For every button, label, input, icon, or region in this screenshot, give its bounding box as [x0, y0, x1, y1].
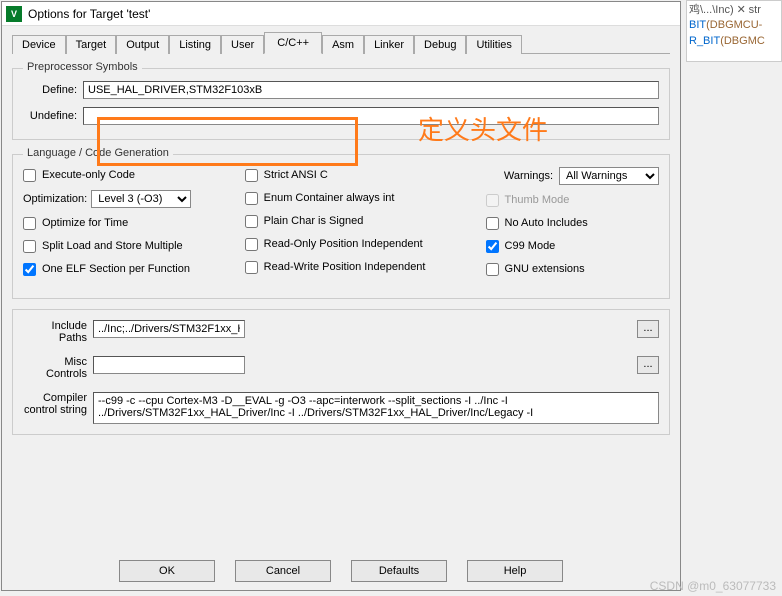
- tab-asm[interactable]: Asm: [322, 35, 364, 54]
- gnu-check[interactable]: [486, 263, 499, 276]
- background-editor-fragment: 鸡\...\Inc) ✕ str BIT(DBGMCU- R_BIT(DBGMC: [686, 0, 782, 62]
- tab-output[interactable]: Output: [116, 35, 169, 54]
- enum-cont-label: Enum Container always int: [264, 192, 395, 204]
- strict-ansi-check[interactable]: [245, 169, 258, 182]
- plain-char-label: Plain Char is Signed: [264, 215, 364, 227]
- c99-label: C99 Mode: [505, 240, 556, 252]
- app-icon: V: [6, 6, 22, 22]
- undefine-input[interactable]: [83, 107, 659, 125]
- enum-cont-check[interactable]: [245, 192, 258, 205]
- define-label: Define:: [23, 84, 83, 96]
- tab-user[interactable]: User: [221, 35, 264, 54]
- preprocessor-group: Preprocessor Symbols Define: Undefine:: [12, 68, 670, 140]
- tab-debug[interactable]: Debug: [414, 35, 466, 54]
- tab-target[interactable]: Target: [66, 35, 117, 54]
- optimization-label: Optimization:: [23, 193, 87, 205]
- one-elf-label: One ELF Section per Function: [42, 263, 190, 275]
- language-group: Language / Code Generation Execute-only …: [12, 154, 670, 299]
- dialog-buttons: OK Cancel Defaults Help: [2, 560, 680, 582]
- plain-char-check[interactable]: [245, 215, 258, 228]
- tab-linker[interactable]: Linker: [364, 35, 414, 54]
- exec-only-label: Execute-only Code: [42, 169, 135, 181]
- preprocessor-legend: Preprocessor Symbols: [23, 61, 142, 73]
- misc-controls-label: Misc Controls: [23, 356, 93, 380]
- ro-pos-check[interactable]: [245, 238, 258, 251]
- titlebar: V Options for Target 'test': [2, 2, 680, 26]
- strict-ansi-label: Strict ANSI C: [264, 169, 328, 181]
- tab-listing[interactable]: Listing: [169, 35, 221, 54]
- options-dialog: V Options for Target 'test' Device Targe…: [1, 1, 681, 591]
- defaults-button[interactable]: Defaults: [351, 560, 447, 582]
- noauto-label: No Auto Includes: [505, 217, 588, 229]
- warnings-select[interactable]: All Warnings: [559, 167, 659, 185]
- define-input[interactable]: [83, 81, 659, 99]
- tab-strip: Device Target Output Listing User C/C++ …: [12, 32, 670, 54]
- window-title: Options for Target 'test': [28, 7, 150, 21]
- undefine-label: Undefine:: [23, 110, 83, 122]
- optimization-select[interactable]: Level 3 (-O3): [91, 190, 191, 208]
- noauto-check[interactable]: [486, 217, 499, 230]
- exec-only-check[interactable]: [23, 169, 36, 182]
- gnu-label: GNU extensions: [505, 263, 585, 275]
- warnings-label: Warnings:: [504, 170, 553, 182]
- include-paths-input[interactable]: [93, 320, 245, 338]
- tab-device[interactable]: Device: [12, 35, 66, 54]
- opt-time-label: Optimize for Time: [42, 217, 128, 229]
- tab-utilities[interactable]: Utilities: [466, 35, 521, 54]
- misc-controls-browse-button[interactable]: ...: [637, 356, 659, 374]
- language-legend: Language / Code Generation: [23, 147, 173, 159]
- include-paths-label: Include Paths: [23, 320, 93, 344]
- opt-time-check[interactable]: [23, 217, 36, 230]
- include-paths-browse-button[interactable]: ...: [637, 320, 659, 338]
- c99-check[interactable]: [486, 240, 499, 253]
- misc-controls-input[interactable]: [93, 356, 245, 374]
- tab-ccpp[interactable]: C/C++: [264, 32, 322, 54]
- help-button[interactable]: Help: [467, 560, 563, 582]
- one-elf-check[interactable]: [23, 263, 36, 276]
- thumb-label: Thumb Mode: [505, 194, 570, 206]
- rw-pos-check[interactable]: [245, 261, 258, 274]
- compiler-string-label: Compiler control string: [23, 392, 93, 424]
- ro-pos-label: Read-Only Position Independent: [264, 238, 423, 250]
- compiler-string-display: --c99 -c --cpu Cortex-M3 -D__EVAL -g -O3…: [93, 392, 659, 424]
- split-load-label: Split Load and Store Multiple: [42, 240, 183, 252]
- split-load-check[interactable]: [23, 240, 36, 253]
- thumb-check: [486, 194, 499, 207]
- cancel-button[interactable]: Cancel: [235, 560, 331, 582]
- rw-pos-label: Read-Write Position Independent: [264, 261, 426, 273]
- watermark: CSDN @m0_63077733: [650, 579, 776, 593]
- ok-button[interactable]: OK: [119, 560, 215, 582]
